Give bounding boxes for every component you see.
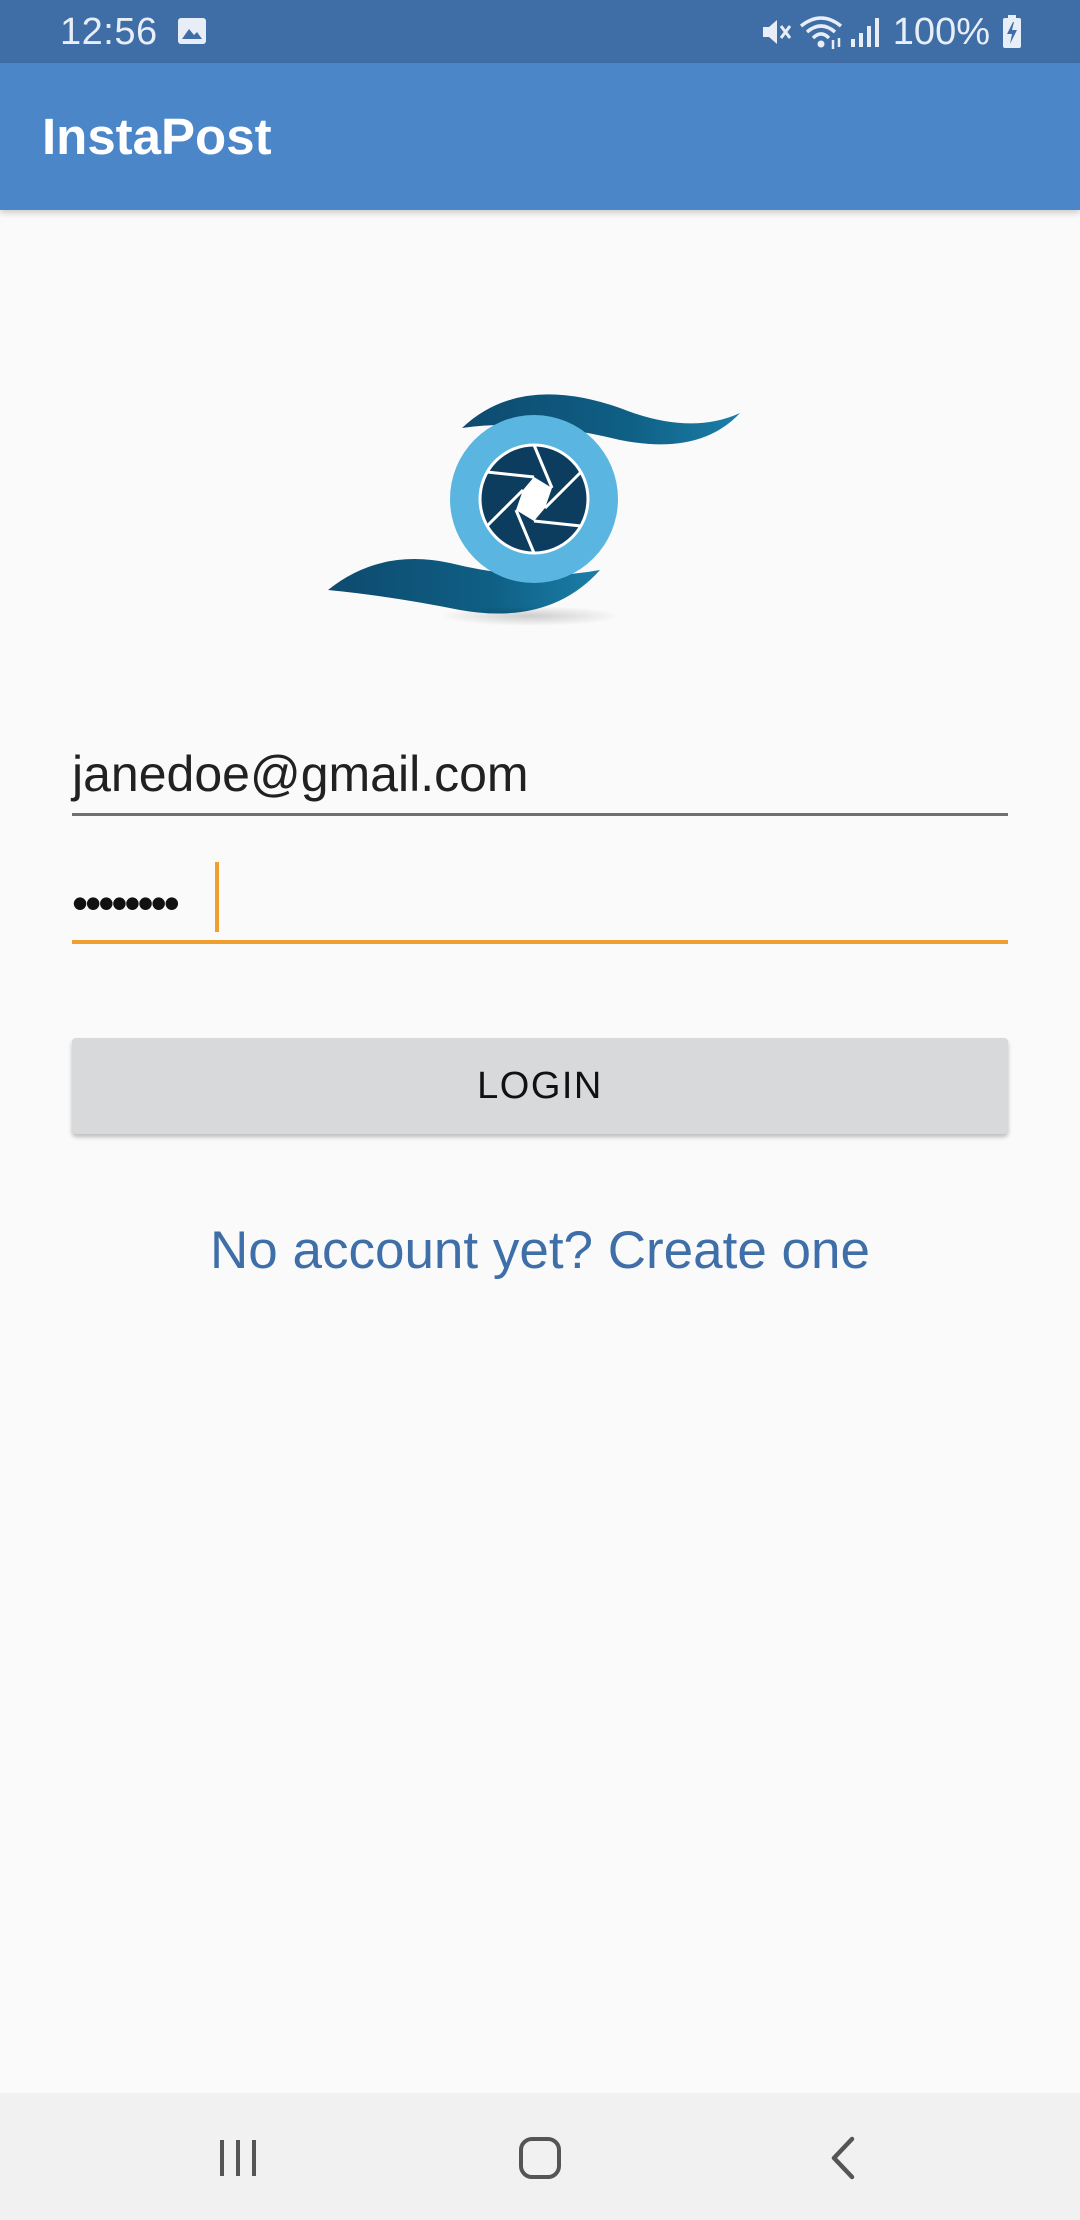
status-icons: 100% bbox=[759, 10, 1022, 54]
navigation-bar bbox=[0, 2093, 1080, 2220]
password-field[interactable]: •••••••• bbox=[72, 848, 1008, 944]
app-title: InstaPost bbox=[42, 108, 272, 165]
home-button[interactable] bbox=[505, 2123, 575, 2193]
password-underline bbox=[72, 940, 1008, 944]
email-value: janedoe@gmail.com bbox=[72, 746, 529, 802]
home-icon bbox=[519, 2137, 561, 2179]
password-mask: •••••••• bbox=[72, 877, 180, 929]
email-field[interactable]: janedoe@gmail.com bbox=[72, 728, 1008, 816]
email-underline bbox=[72, 813, 1008, 816]
wifi-icon bbox=[799, 16, 842, 49]
status-bar: 12:56 100% bbox=[0, 0, 1080, 63]
mute-icon bbox=[762, 20, 791, 44]
status-time: 12:56 bbox=[60, 11, 158, 53]
login-button[interactable]: LOGIN bbox=[72, 1038, 1008, 1134]
battery-charging-icon bbox=[1003, 15, 1021, 48]
back-button[interactable] bbox=[808, 2123, 878, 2193]
recents-button[interactable] bbox=[203, 2123, 273, 2193]
create-account-link[interactable]: No account yet? Create one bbox=[0, 1218, 1080, 1284]
text-cursor bbox=[215, 862, 219, 932]
camera-aperture-logo bbox=[328, 394, 740, 626]
back-icon bbox=[831, 2136, 855, 2180]
battery-percent: 100% bbox=[892, 11, 990, 53]
signal-icon bbox=[850, 18, 879, 47]
app-bar: InstaPost bbox=[0, 63, 1080, 210]
recents-icon bbox=[220, 2140, 256, 2176]
gallery-icon bbox=[178, 18, 206, 44]
